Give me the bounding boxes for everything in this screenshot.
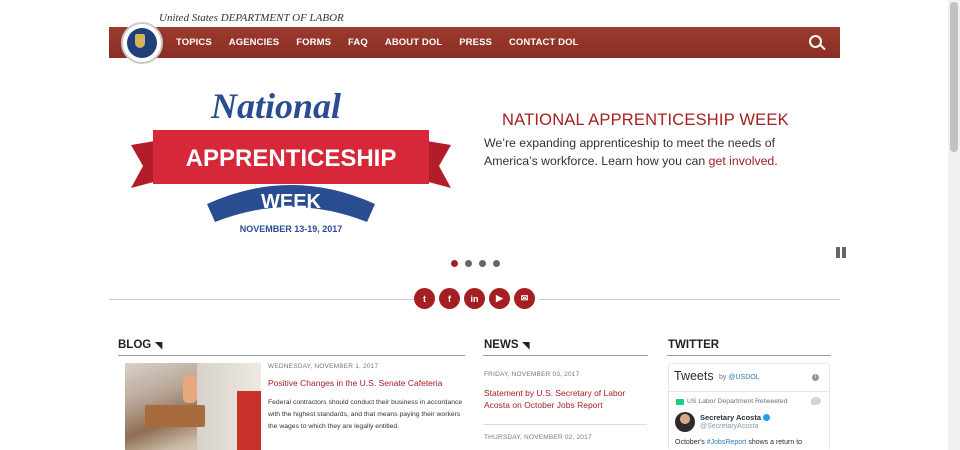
- usdol-handle-link[interactable]: @USDOL: [728, 374, 759, 381]
- retweet-icon: [676, 399, 684, 405]
- nav-about-dol[interactable]: ABOUT DOL: [385, 37, 442, 48]
- get-involved-link[interactable]: get involved: [709, 154, 775, 168]
- carousel-dot-4[interactable]: [493, 260, 500, 267]
- tweets-by-label: by: [719, 374, 727, 381]
- news-heading-text: NEWS: [484, 339, 519, 351]
- carousel-dot-3[interactable]: [479, 260, 486, 267]
- twitter-divider: [667, 355, 831, 356]
- news-heading: NEWS ◥: [484, 339, 529, 351]
- hashtag-link[interactable]: #JobsReport: [707, 439, 747, 446]
- apprenticeship-week-logo[interactable]: National APPRENTICESHIP WEEK NOVEMBER 13…: [131, 80, 451, 250]
- hero-title: NATIONAL APPRENTICESHIP WEEK: [502, 111, 789, 129]
- social-links: t f in ▶ ✉: [414, 288, 539, 309]
- carousel-dot-1[interactable]: [451, 260, 458, 267]
- retweeted-label[interactable]: US Labor Department Retweeted: [687, 398, 788, 405]
- nav-agencies[interactable]: AGENCIES: [229, 37, 279, 48]
- tweet-text: October's #JobsReport shows a return to: [675, 439, 802, 446]
- email-icon[interactable]: ✉: [514, 288, 535, 309]
- logo-apprenticeship-text: APPRENTICESHIP: [186, 145, 397, 172]
- info-icon[interactable]: i: [812, 374, 819, 381]
- carousel-dot-2[interactable]: [465, 260, 472, 267]
- page-scrollbar[interactable]: [948, 0, 960, 450]
- dol-seal-logo[interactable]: [121, 22, 163, 64]
- main-navbar: TOPICS AGENCIES FORMS FAQ ABOUT DOL PRES…: [109, 27, 840, 58]
- scrollbar-thumb[interactable]: [950, 2, 958, 152]
- tweets-by: by @USDOL: [719, 374, 760, 381]
- blog-divider: [118, 355, 465, 356]
- rss-icon[interactable]: ◥: [155, 340, 162, 351]
- news-divider: [483, 355, 648, 356]
- logo-dates-text: NOVEMBER 13-19, 2017: [240, 224, 343, 234]
- blog-post-link[interactable]: Positive Changes in the U.S. Senate Cafe…: [268, 377, 442, 389]
- nav-press[interactable]: PRESS: [459, 37, 492, 48]
- facebook-icon[interactable]: f: [439, 288, 460, 309]
- news-date: FRIDAY, NOVEMBER 03, 2017: [484, 371, 580, 378]
- tweet-text-start: October's: [675, 439, 707, 446]
- logo-national-text: National: [210, 86, 341, 126]
- agency-title: United States DEPARTMENT OF LABOR: [159, 12, 344, 24]
- tweet-separator: [669, 391, 829, 392]
- nav-forms[interactable]: FORMS: [296, 37, 331, 48]
- search-icon[interactable]: [809, 35, 822, 48]
- twitter-icon[interactable]: t: [414, 288, 435, 309]
- blog-date: WEDNESDAY, NOVEMBER 1, 2017: [268, 363, 379, 370]
- nav-menu: TOPICS AGENCIES FORMS FAQ ABOUT DOL PRES…: [176, 27, 596, 58]
- blog-heading: BLOG ◥: [118, 339, 162, 351]
- tweet-author[interactable]: Secretary Acosta: [700, 413, 771, 422]
- rss-icon[interactable]: ◥: [523, 340, 530, 351]
- nav-contact-dol[interactable]: CONTACT DOL: [509, 37, 579, 48]
- pause-icon[interactable]: [836, 247, 846, 258]
- page: United States DEPARTMENT OF LABOR TOPICS…: [109, 0, 846, 450]
- blog-image[interactable]: [125, 363, 261, 450]
- youtube-icon[interactable]: ▶: [489, 288, 510, 309]
- tweet-author-name[interactable]: Secretary Acosta: [700, 413, 761, 422]
- verified-icon: [763, 414, 771, 421]
- blog-heading-text: BLOG: [118, 339, 152, 351]
- hero-text: We’re expanding apprenticeship to meet t…: [484, 134, 814, 170]
- avatar[interactable]: [675, 412, 695, 432]
- blog-summary: Federal contractors should conduct their…: [268, 399, 463, 430]
- twitter-widget: Tweets by @USDOL i US Labor Department R…: [668, 363, 830, 450]
- tweet-handle[interactable]: @SecretaryAcosta: [700, 423, 758, 430]
- news-date: THURSDAY, NOVEMBER 02, 2017: [484, 434, 592, 441]
- news-item-link[interactable]: Statement by U.S. Secretary of Labor Aco…: [484, 387, 644, 411]
- twitter-heading: TWITTER: [668, 339, 720, 351]
- tweet-text-end: shows a return to: [746, 439, 803, 446]
- carousel-dots: [451, 260, 507, 267]
- nav-faq[interactable]: FAQ: [348, 37, 368, 48]
- linkedin-icon[interactable]: in: [464, 288, 485, 309]
- hero-text-end: .: [774, 154, 778, 168]
- twitter-bird-icon[interactable]: [811, 397, 821, 405]
- nav-topics[interactable]: TOPICS: [176, 37, 212, 48]
- tweets-label: Tweets: [674, 369, 714, 383]
- news-separator: [483, 424, 647, 425]
- logo-week-text: WEEK: [261, 191, 322, 213]
